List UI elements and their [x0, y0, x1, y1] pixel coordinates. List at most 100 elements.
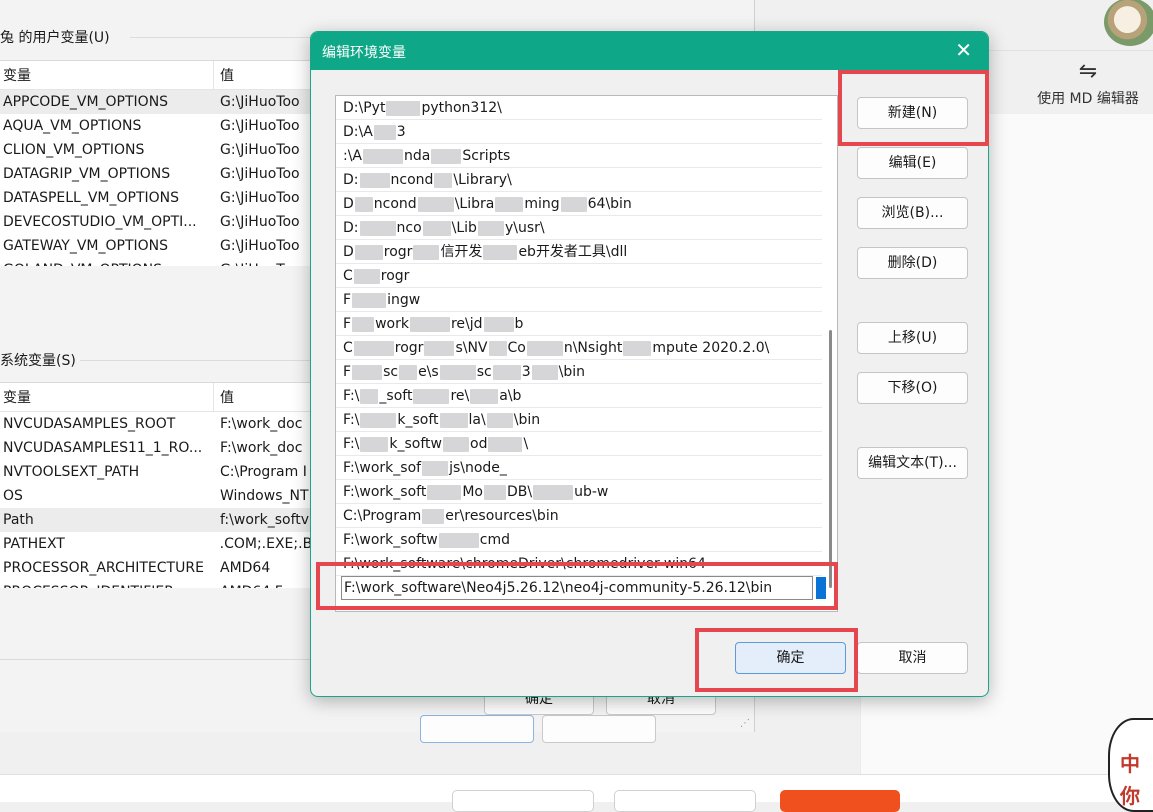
col-name-header[interactable]: 变量 — [0, 61, 214, 89]
path-entry[interactable]: Crogr s\NV Co n\Nsight mpute 2020.2.0\ — [336, 336, 822, 360]
redacted-segment — [417, 196, 454, 212]
redacted-segment — [434, 172, 453, 188]
table-row[interactable]: OS Windows_NT — [0, 484, 312, 508]
table-row[interactable]: DEVECOSTUDIO_VM_OPTI... G:\JiHuoToo — [0, 210, 312, 234]
path-text: D:\A — [343, 124, 373, 140]
path-entry[interactable]: Drogr 信开发 eb开发者工具\dll — [336, 240, 822, 264]
table-row[interactable]: GATEWAY_VM_OPTIONS G:\JiHuoToo — [0, 234, 312, 258]
path-text: eb开发者工具\dll — [518, 244, 628, 260]
col-value-header[interactable]: 值 — [214, 387, 234, 407]
edit-button[interactable]: 编辑(E) — [857, 147, 968, 179]
path-entry[interactable]: D:\Pyt python312\ — [336, 96, 822, 120]
var-value-cell: F:\work_doc — [220, 440, 303, 456]
table-row[interactable]: Path f:\work_softv — [0, 508, 312, 532]
table-row[interactable]: NVTOOLSEXT_PATH C:\Program I — [0, 460, 312, 484]
table-row[interactable]: PROCESSOR_ARCHITECTURE AMD64 — [0, 556, 312, 580]
table-row[interactable]: GOLAND_VM_OPTIONSG:\JiHuoTo — [0, 258, 312, 266]
ok-button[interactable]: 确定 — [735, 642, 846, 674]
table-row[interactable]: CLION_VM_OPTIONS G:\JiHuoToo — [0, 138, 312, 162]
path-entry[interactable]: F:\work_sof js\node_ — [336, 456, 822, 480]
outer-cancel-button[interactable] — [542, 715, 656, 743]
system-vars-table[interactable]: 变量 值 NVCUDASAMPLES_ROOT F:\work_doc NVCUDA… — [0, 382, 312, 588]
path-entry[interactable]: Fsc e\s sc 3 \bin — [336, 360, 822, 384]
path-entry[interactable]: F:\ _soft re\ a\b — [336, 384, 822, 408]
var-value-cell: G:\JiHuoToo — [220, 94, 300, 110]
path-text: 3 — [521, 364, 531, 380]
col-value-header[interactable]: 值 — [214, 65, 234, 85]
path-edit-input[interactable]: F:\work_software\Neo4j5.26.12\neo4j-comm… — [341, 576, 813, 600]
path-entry[interactable]: D: ncond \Library\ — [336, 168, 822, 192]
sticker-image: 中 你 — [1108, 718, 1153, 812]
move-up-button[interactable]: 上移(U) — [857, 322, 968, 354]
cancel-button[interactable]: 取消 — [857, 642, 968, 674]
redacted-segment — [483, 316, 514, 332]
bottom-button[interactable] — [452, 790, 594, 812]
table-row[interactable]: NVCUDASAMPLES_ROOT F:\work_doc — [0, 412, 312, 436]
browse-button[interactable]: 浏览(B)... — [857, 197, 968, 229]
swap-arrows-icon: ⇋ — [1078, 59, 1098, 84]
var-value-cell: AMD64 — [220, 560, 271, 576]
edit-text-button[interactable]: 编辑文本(T)... — [857, 447, 968, 479]
path-text: D: — [343, 172, 359, 188]
table-row[interactable]: APPCODE_VM_OPTIONS G:\JiHuoToo — [0, 90, 312, 114]
redacted-segment — [623, 340, 652, 356]
path-entry[interactable]: F:\ k_soft la\ \bin — [336, 408, 822, 432]
path-entry[interactable]: D: nco \Lib y\usr\ — [336, 216, 822, 240]
scroll-thumb[interactable] — [829, 330, 832, 588]
avatar[interactable] — [1104, 0, 1153, 46]
redacted-segment — [422, 460, 449, 476]
path-entry[interactable]: :\A nda Scripts — [336, 144, 822, 168]
redacted-segment — [373, 124, 396, 140]
md-editor-toggle[interactable]: ⇋ 使用 MD 编辑器 — [1028, 60, 1148, 108]
path-entry[interactable]: Fingw — [336, 288, 822, 312]
table-row[interactable]: NVCUDASAMPLES11_1_RO... F:\work_doc — [0, 436, 312, 460]
var-name-cell: GATEWAY_VM_OPTIONS — [3, 238, 169, 254]
resize-grip-icon[interactable]: ⋰ — [740, 718, 750, 729]
path-text: er\resources\bin — [445, 508, 559, 524]
path-text: 64\bin — [587, 196, 632, 212]
var-name-cell: OS — [3, 488, 23, 504]
user-vars-table[interactable]: 变量 值 APPCODE_VM_OPTIONS G:\JiHuoToo AQUA_V… — [0, 60, 312, 266]
new-button[interactable]: 新建(N) — [857, 97, 968, 129]
path-text: C — [343, 268, 353, 284]
redacted-segment — [352, 364, 383, 380]
redacted-segment — [359, 172, 390, 188]
path-entry[interactable]: F:\work_softw cmd — [336, 528, 822, 552]
path-text: \bin — [513, 412, 541, 428]
path-list[interactable]: D:\Pyt python312\ D:\A 3:\A nda Scripts D: ncon… — [335, 95, 838, 612]
path-entry[interactable]: Dncond \Libra ming 64\bin — [336, 192, 822, 216]
table-row[interactable]: DATAGRIP_VM_OPTIONS G:\JiHuoToo — [0, 162, 312, 186]
path-entry[interactable]: F:\work_software\chromeDriver\chromedriv… — [336, 552, 822, 576]
outer-ok-button[interactable] — [420, 715, 534, 743]
path-list-scrollbar[interactable] — [822, 96, 837, 611]
publish-button[interactable] — [780, 790, 900, 812]
path-entry[interactable]: D:\A 3 — [336, 120, 822, 144]
path-text: Mo — [462, 484, 483, 500]
delete-button[interactable]: 删除(D) — [857, 247, 968, 279]
path-text: F — [343, 316, 352, 332]
path-entry[interactable]: Fwork re\jd b — [336, 312, 822, 336]
redacted-segment — [360, 388, 379, 404]
path-text: C — [343, 340, 353, 356]
redacted-segment — [413, 244, 440, 260]
path-entry[interactable]: C:\Program er\resources\bin — [336, 504, 822, 528]
redacted-segment — [443, 436, 469, 452]
dialog-title-bar[interactable]: 编辑环境变量 ✕ — [311, 32, 988, 70]
bottom-button[interactable] — [614, 790, 756, 812]
sticker-char: 你 — [1120, 784, 1140, 808]
var-name-cell: PROCESSOR_ARCHITECTURE — [3, 560, 204, 576]
col-name-header[interactable]: 变量 — [0, 383, 214, 411]
redacted-segment — [427, 484, 462, 500]
path-entry[interactable]: F:\work_soft Mo DB\ ub-w — [336, 480, 822, 504]
var-name-cell: CLION_VM_OPTIONS — [3, 142, 145, 158]
table-row[interactable]: AQUA_VM_OPTIONS G:\JiHuoToo — [0, 114, 312, 138]
path-entry[interactable]: Crogr — [336, 264, 822, 288]
table-row[interactable]: DATASPELL_VM_OPTIONS G:\JiHuoToo — [0, 186, 312, 210]
table-row[interactable]: PATHEXT .COM;.EXE;.B — [0, 532, 312, 556]
close-icon[interactable]: ✕ — [955, 38, 972, 62]
path-text: python312\ — [421, 100, 502, 116]
path-text: \Libra — [454, 196, 495, 212]
path-entry[interactable]: F:\ k_softw od \ — [336, 432, 822, 456]
table-row[interactable]: PROCESSOR_IDENTIFIERAMD64 F — [0, 580, 312, 588]
move-down-button[interactable]: 下移(O) — [857, 372, 968, 404]
